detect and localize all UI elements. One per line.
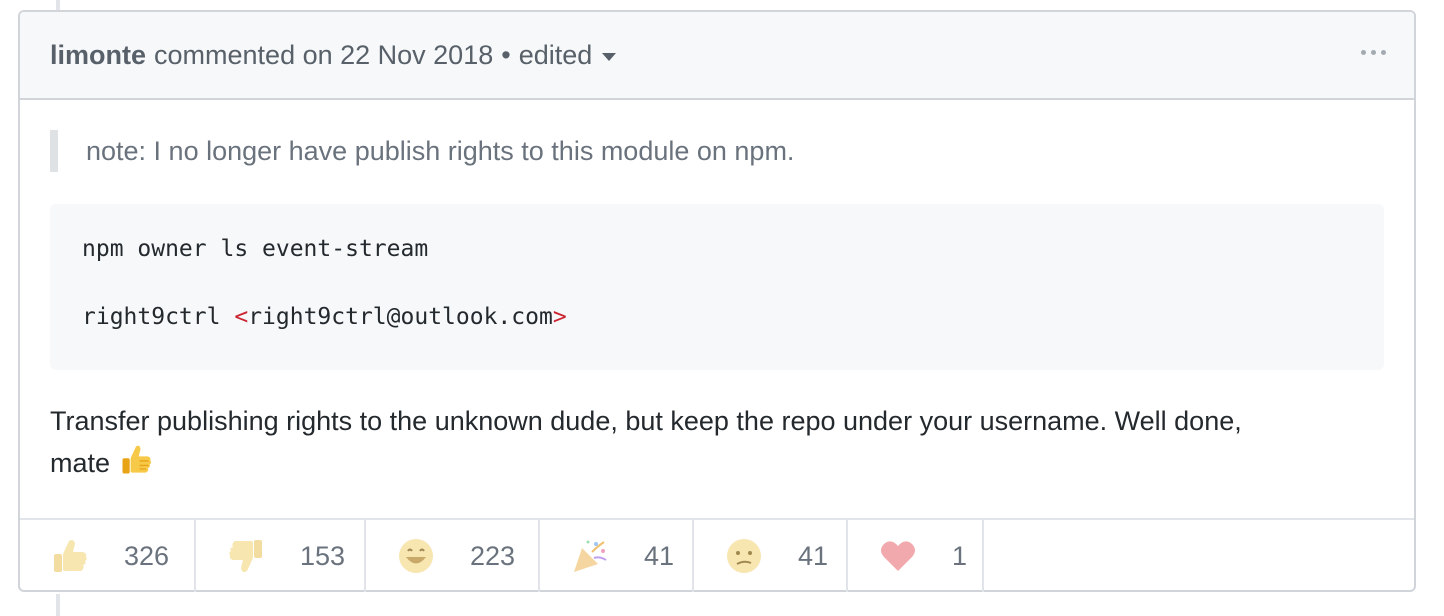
heart-icon — [881, 541, 915, 571]
comment-header: limonte commented on 22 Nov 2018 • edite… — [20, 12, 1414, 100]
comment-action[interactable]: commented on 22 Nov 2018 — [154, 40, 493, 71]
bullet-separator: • — [501, 39, 511, 70]
code-line-command: npm owner ls event-stream — [82, 236, 429, 262]
reaction-confused[interactable]: 41 — [694, 520, 848, 592]
reaction-count: 41 — [644, 540, 675, 571]
paragraph-line-2: mate — [50, 448, 111, 478]
reaction-count: 153 — [300, 540, 346, 571]
party-popper-icon — [574, 540, 607, 572]
comment-body: note: I no longer have publish rights to… — [20, 100, 1414, 518]
code-owner-user: right9ctrl — [82, 304, 235, 330]
reactions-bar: 326 153 223 41 41 1 — [20, 518, 1414, 592]
reaction-thumbs-down[interactable]: 153 — [196, 520, 366, 592]
code-block: npm owner ls event-stream right9ctrl <ri… — [50, 204, 1384, 370]
code-line-owner: right9ctrl <right9ctrl@outlook.com> — [82, 300, 1352, 334]
comment-paragraph: Transfer publishing rights to the unknow… — [50, 400, 1384, 484]
code-gt: > — [552, 304, 567, 330]
blockquote: note: I no longer have publish rights to… — [50, 130, 1384, 172]
reaction-thumbs-up[interactable]: 326 — [20, 520, 196, 592]
confused-icon — [727, 539, 761, 573]
comment-author[interactable]: limonte — [50, 40, 146, 71]
reaction-heart[interactable]: 1 — [848, 520, 984, 592]
thumbs-up-icon — [54, 540, 87, 572]
code-lt: < — [234, 304, 249, 330]
timeline-line-top — [56, 0, 60, 10]
reaction-count: 223 — [470, 540, 516, 571]
reaction-count: 41 — [798, 540, 829, 571]
more-options-icon[interactable] — [1361, 50, 1386, 55]
edited-label: edited — [518, 39, 593, 70]
timeline-line-bottom — [56, 594, 60, 616]
comment-box: limonte commented on 22 Nov 2018 • edite… — [18, 10, 1416, 592]
laugh-icon — [399, 539, 433, 573]
reaction-hooray[interactable]: 41 — [540, 520, 694, 592]
thumbs-up-icon — [122, 445, 151, 474]
reaction-count: 1 — [952, 540, 968, 571]
code-owner-email: right9ctrl@outlook.com — [248, 304, 553, 330]
reaction-count: 326 — [124, 540, 170, 571]
paragraph-line-1: Transfer publishing rights to the unknow… — [50, 406, 1242, 436]
reaction-laugh[interactable]: 223 — [366, 520, 540, 592]
caret-down-icon — [602, 53, 617, 61]
edited-dropdown[interactable]: edited — [519, 40, 617, 71]
thumbs-down-icon — [229, 540, 262, 572]
